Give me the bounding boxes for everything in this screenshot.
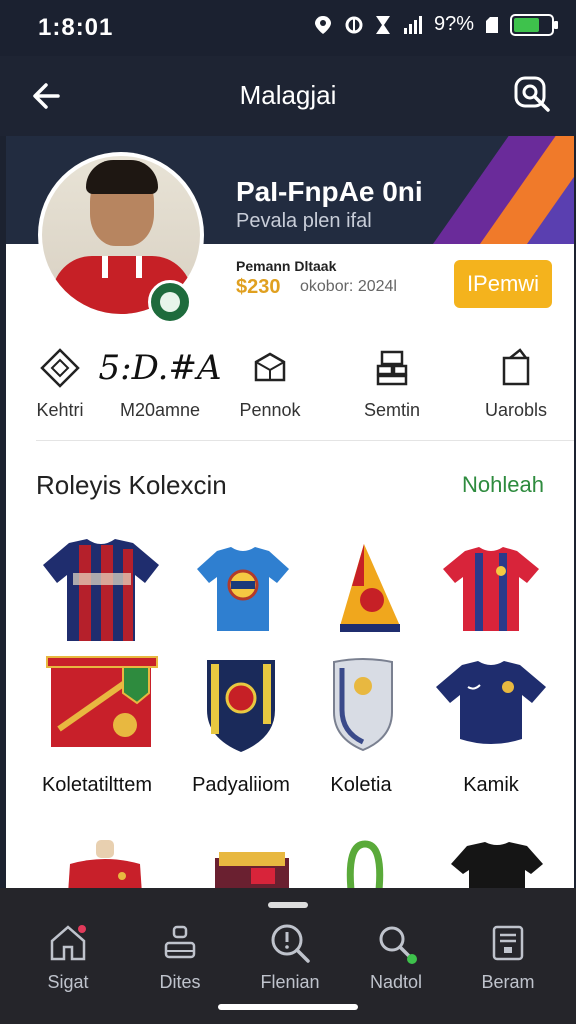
shield-icon	[207, 660, 275, 752]
collection-item-scarf[interactable]	[36, 648, 166, 760]
search-alt-icon	[379, 926, 417, 964]
nav-item-dites[interactable]: Dites	[130, 920, 230, 993]
collection-item-jersey-red-blue[interactable]	[36, 534, 166, 646]
verified-badge-icon	[148, 280, 192, 324]
nav-label: Beram	[481, 972, 535, 992]
quick-action-uarobls[interactable]: Uarobls	[466, 340, 566, 421]
diamond-icon	[40, 348, 80, 388]
quick-action-pennok[interactable]: Pennok	[220, 340, 320, 421]
jersey-icon	[451, 842, 543, 888]
quick-action-semtin[interactable]: Semtin	[342, 340, 442, 421]
stat-amount: $230	[236, 276, 281, 298]
pennant-icon	[340, 544, 400, 632]
box-icon	[254, 352, 286, 382]
document-icon	[492, 925, 524, 961]
collection-item-jersey-navy[interactable]	[426, 648, 556, 760]
nav-item-beram[interactable]: Beram	[458, 920, 558, 993]
profile-subtitle: Pevala plen ifal	[236, 210, 372, 232]
scarf-icon	[46, 656, 158, 747]
battery-percent: 9?%	[433, 13, 474, 35]
divider	[36, 440, 574, 441]
search-icon	[514, 76, 550, 112]
quick-action-label: Uarobls	[484, 400, 548, 420]
collection-item-mannequin[interactable]	[40, 834, 170, 888]
collection-item-jersey-black[interactable]	[432, 840, 562, 888]
section-title: Roleyis Kolexcin	[36, 470, 227, 500]
stat-label: Pemann Dltaak	[236, 258, 337, 274]
stack-icon	[376, 350, 408, 386]
nav-label: Sigat	[47, 972, 89, 992]
jersey-icon	[436, 661, 546, 744]
collection-label: Kamik	[463, 774, 519, 796]
jersey-icon	[197, 547, 289, 631]
home-indicator[interactable]	[218, 1004, 358, 1010]
jersey-icon	[43, 539, 159, 641]
app-header: Malagjai	[0, 56, 576, 136]
collection-item-crest[interactable]	[298, 648, 428, 760]
nav-label: Dites	[159, 972, 201, 992]
search-button[interactable]	[512, 74, 552, 114]
quick-action-label: M20amne	[119, 400, 201, 420]
page-title: Malagjai	[239, 80, 337, 110]
quick-action-value: 5:D.#A	[98, 348, 222, 388]
sim-icon	[486, 16, 498, 33]
collection-item-jersey-red-stripes[interactable]	[426, 534, 556, 646]
collection-label: Koletia	[330, 774, 392, 796]
quick-actions: Kehtri 5:D.#A M20amne Pennok Semtin Uaro…	[6, 340, 574, 436]
mannequin-icon	[68, 840, 142, 888]
signal-icon	[403, 15, 422, 34]
follow-button[interactable]: IPemwi	[454, 260, 552, 308]
collection-item-scarf-folded[interactable]	[186, 844, 316, 888]
quick-action-kehtri[interactable]: Kehtri	[10, 340, 110, 421]
home-icon	[50, 925, 86, 961]
crest-icon	[333, 658, 393, 752]
sheet-handle[interactable]	[268, 902, 308, 908]
collection-label: Koletatilttem	[41, 774, 153, 796]
see-all-link[interactable]: Nohleah	[462, 472, 544, 498]
user-icon	[164, 925, 196, 959]
tag-icon	[502, 348, 530, 386]
status-icons: 9?%	[312, 13, 558, 36]
nav-item-nadtol[interactable]: Nadtol	[346, 920, 446, 993]
battery-icon	[510, 13, 558, 36]
jersey-icon	[443, 547, 539, 631]
collection-item-lanyard[interactable]	[300, 840, 430, 888]
stat-date: okobor: 2024l	[300, 278, 397, 295]
nav-label: Flenian	[260, 972, 320, 992]
nav-item-sigat[interactable]: Sigat	[18, 920, 118, 993]
quick-action-label: Semtin	[363, 400, 421, 420]
collection-item-jersey-blue[interactable]	[178, 534, 308, 646]
nav-item-flenian[interactable]: Flenian	[240, 920, 340, 993]
profile-name: PaI-FnpAe 0ni	[236, 176, 423, 207]
collection-item-pennant[interactable]	[304, 534, 434, 646]
nav-label: Nadtol	[369, 972, 423, 992]
quick-action-label: Pennok	[239, 400, 301, 420]
status-time: 1:8:01	[38, 14, 114, 41]
quick-action-label: Kehtri	[36, 400, 84, 420]
hourglass-icon	[375, 15, 390, 34]
vibrate-icon	[345, 16, 363, 33]
scarf-icon	[215, 852, 289, 888]
status-bar: 1:8:01 9?%	[0, 0, 576, 56]
lanyard-icon	[346, 840, 384, 888]
collection-item-shield[interactable]	[176, 648, 306, 760]
quick-action-m20amne[interactable]: 5:D.#A M20amne	[99, 340, 222, 421]
location-icon	[314, 15, 331, 34]
search-icon	[271, 924, 310, 963]
